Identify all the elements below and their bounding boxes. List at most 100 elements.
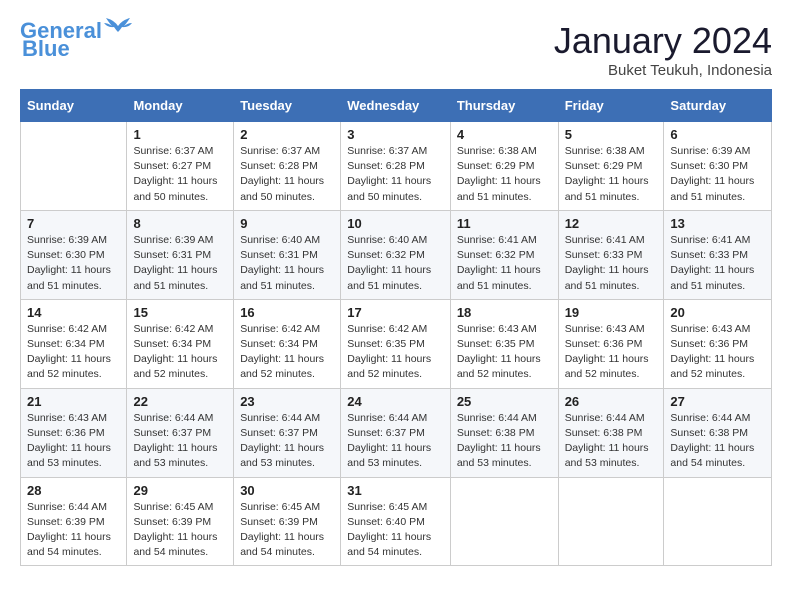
day-number: 24 [347, 394, 444, 409]
calendar-cell: 26 Sunrise: 6:44 AM Sunset: 6:38 PM Dayli… [558, 388, 664, 477]
calendar-cell: 18 Sunrise: 6:43 AM Sunset: 6:35 PM Dayli… [450, 299, 558, 388]
day-number: 28 [27, 483, 120, 498]
day-number: 2 [240, 127, 334, 142]
day-info: Sunrise: 6:41 AM Sunset: 6:32 PM Dayligh… [457, 233, 552, 294]
calendar-week-row: 28 Sunrise: 6:44 AM Sunset: 6:39 PM Dayli… [21, 477, 772, 566]
day-info: Sunrise: 6:45 AM Sunset: 6:39 PM Dayligh… [133, 500, 227, 561]
day-info: Sunrise: 6:42 AM Sunset: 6:35 PM Dayligh… [347, 322, 444, 383]
day-info: Sunrise: 6:37 AM Sunset: 6:27 PM Dayligh… [133, 144, 227, 205]
day-number: 3 [347, 127, 444, 142]
day-info: Sunrise: 6:43 AM Sunset: 6:36 PM Dayligh… [670, 322, 765, 383]
day-number: 26 [565, 394, 658, 409]
calendar-cell: 29 Sunrise: 6:45 AM Sunset: 6:39 PM Dayli… [127, 477, 234, 566]
calendar-cell [664, 477, 772, 566]
day-number: 25 [457, 394, 552, 409]
calendar-cell [450, 477, 558, 566]
calendar-cell: 6Sunrise: 6:39 AM Sunset: 6:30 PM Daylig… [664, 122, 772, 211]
day-number: 22 [133, 394, 227, 409]
day-number: 16 [240, 305, 334, 320]
day-number: 20 [670, 305, 765, 320]
weekday-header-cell: Tuesday [234, 90, 341, 122]
day-number: 19 [565, 305, 658, 320]
calendar-cell: 22 Sunrise: 6:44 AM Sunset: 6:37 PM Dayli… [127, 388, 234, 477]
day-number: 8 [133, 216, 227, 231]
day-info: Sunrise: 6:42 AM Sunset: 6:34 PM Dayligh… [27, 322, 120, 383]
calendar-cell: 11 Sunrise: 6:41 AM Sunset: 6:32 PM Dayli… [450, 210, 558, 299]
calendar-cell: 8 Sunrise: 6:39 AM Sunset: 6:31 PM Daylig… [127, 210, 234, 299]
day-info: Sunrise: 6:40 AM Sunset: 6:31 PM Dayligh… [240, 233, 334, 294]
calendar-week-row: 14 Sunrise: 6:42 AM Sunset: 6:34 PM Dayli… [21, 299, 772, 388]
day-number: 17 [347, 305, 444, 320]
day-number: 9 [240, 216, 334, 231]
day-info: Sunrise: 6:39 AM Sunset: 6:30 PM Dayligh… [27, 233, 120, 294]
calendar-week-row: 1 Sunrise: 6:37 AM Sunset: 6:27 PM Daylig… [21, 122, 772, 211]
day-number: 29 [133, 483, 227, 498]
day-number: 27 [670, 394, 765, 409]
weekday-header-cell: Friday [558, 90, 664, 122]
calendar-cell: 23Sunrise: 6:44 AM Sunset: 6:37 PM Dayli… [234, 388, 341, 477]
day-info: Sunrise: 6:45 AM Sunset: 6:40 PM Dayligh… [347, 500, 444, 561]
day-number: 14 [27, 305, 120, 320]
day-info: Sunrise: 6:43 AM Sunset: 6:36 PM Dayligh… [565, 322, 658, 383]
calendar-cell: 20 Sunrise: 6:43 AM Sunset: 6:36 PM Dayli… [664, 299, 772, 388]
calendar-body: 1 Sunrise: 6:37 AM Sunset: 6:27 PM Daylig… [21, 122, 772, 566]
day-number: 13 [670, 216, 765, 231]
calendar-cell: 4Sunrise: 6:38 AM Sunset: 6:29 PM Daylig… [450, 122, 558, 211]
day-info: Sunrise: 6:45 AM Sunset: 6:39 PM Dayligh… [240, 500, 334, 561]
day-info: Sunrise: 6:43 AM Sunset: 6:35 PM Dayligh… [457, 322, 552, 383]
day-info: Sunrise: 6:37 AM Sunset: 6:28 PM Dayligh… [240, 144, 334, 205]
day-info: Sunrise: 6:44 AM Sunset: 6:37 PM Dayligh… [347, 411, 444, 472]
weekday-header-cell: Thursday [450, 90, 558, 122]
day-number: 30 [240, 483, 334, 498]
day-number: 31 [347, 483, 444, 498]
day-number: 15 [133, 305, 227, 320]
calendar-cell: 5 Sunrise: 6:38 AM Sunset: 6:29 PM Daylig… [558, 122, 664, 211]
logo: General Blue [20, 20, 132, 60]
day-info: Sunrise: 6:41 AM Sunset: 6:33 PM Dayligh… [565, 233, 658, 294]
day-number: 18 [457, 305, 552, 320]
calendar-week-row: 7 Sunrise: 6:39 AM Sunset: 6:30 PM Daylig… [21, 210, 772, 299]
title-area: January 2024 Buket Teukuh, Indonesia [554, 20, 772, 79]
weekday-header-cell: Monday [127, 90, 234, 122]
day-info: Sunrise: 6:38 AM Sunset: 6:29 PM Dayligh… [565, 144, 658, 205]
location: Buket Teukuh, Indonesia [554, 62, 772, 79]
day-info: Sunrise: 6:44 AM Sunset: 6:38 PM Dayligh… [670, 411, 765, 472]
day-number: 5 [565, 127, 658, 142]
day-info: Sunrise: 6:42 AM Sunset: 6:34 PM Dayligh… [240, 322, 334, 383]
day-number: 10 [347, 216, 444, 231]
calendar-table: SundayMondayTuesdayWednesdayThursdayFrid… [20, 89, 772, 566]
calendar-cell: 25 Sunrise: 6:44 AM Sunset: 6:38 PM Dayli… [450, 388, 558, 477]
calendar-cell: 30 Sunrise: 6:45 AM Sunset: 6:39 PM Dayli… [234, 477, 341, 566]
page-header: General Blue January 2024 Buket Teukuh, … [20, 20, 772, 79]
day-info: Sunrise: 6:44 AM Sunset: 6:38 PM Dayligh… [457, 411, 552, 472]
day-info: Sunrise: 6:44 AM Sunset: 6:37 PM Dayligh… [240, 411, 334, 472]
weekday-header-cell: Sunday [21, 90, 127, 122]
day-number: 7 [27, 216, 120, 231]
calendar-cell: 17 Sunrise: 6:42 AM Sunset: 6:35 PM Dayli… [341, 299, 451, 388]
day-number: 12 [565, 216, 658, 231]
calendar-cell: 27 Sunrise: 6:44 AM Sunset: 6:38 PM Dayli… [664, 388, 772, 477]
day-info: Sunrise: 6:44 AM Sunset: 6:38 PM Dayligh… [565, 411, 658, 472]
day-info: Sunrise: 6:40 AM Sunset: 6:32 PM Dayligh… [347, 233, 444, 294]
day-number: 11 [457, 216, 552, 231]
calendar-cell: 19 Sunrise: 6:43 AM Sunset: 6:36 PM Dayli… [558, 299, 664, 388]
day-info: Sunrise: 6:37 AM Sunset: 6:28 PM Dayligh… [347, 144, 444, 205]
day-info: Sunrise: 6:44 AM Sunset: 6:37 PM Dayligh… [133, 411, 227, 472]
day-info: Sunrise: 6:39 AM Sunset: 6:31 PM Dayligh… [133, 233, 227, 294]
calendar-cell: 16 Sunrise: 6:42 AM Sunset: 6:34 PM Dayli… [234, 299, 341, 388]
day-number: 1 [133, 127, 227, 142]
day-info: Sunrise: 6:39 AM Sunset: 6:30 PM Dayligh… [670, 144, 765, 205]
calendar-cell: 12 Sunrise: 6:41 AM Sunset: 6:33 PM Dayli… [558, 210, 664, 299]
calendar-cell: 3 Sunrise: 6:37 AM Sunset: 6:28 PM Daylig… [341, 122, 451, 211]
calendar-cell: 2 Sunrise: 6:37 AM Sunset: 6:28 PM Daylig… [234, 122, 341, 211]
calendar-cell: 28 Sunrise: 6:44 AM Sunset: 6:39 PM Dayli… [21, 477, 127, 566]
calendar-cell: 13 Sunrise: 6:41 AM Sunset: 6:33 PM Dayli… [664, 210, 772, 299]
weekday-header-cell: Saturday [664, 90, 772, 122]
calendar-cell: 31 Sunrise: 6:45 AM Sunset: 6:40 PM Dayli… [341, 477, 451, 566]
day-info: Sunrise: 6:43 AM Sunset: 6:36 PM Dayligh… [27, 411, 120, 472]
calendar-cell: 7 Sunrise: 6:39 AM Sunset: 6:30 PM Daylig… [21, 210, 127, 299]
calendar-cell: 15Sunrise: 6:42 AM Sunset: 6:34 PM Dayli… [127, 299, 234, 388]
day-info: Sunrise: 6:44 AM Sunset: 6:39 PM Dayligh… [27, 500, 120, 561]
day-info: Sunrise: 6:38 AM Sunset: 6:29 PM Dayligh… [457, 144, 552, 205]
day-info: Sunrise: 6:41 AM Sunset: 6:33 PM Dayligh… [670, 233, 765, 294]
